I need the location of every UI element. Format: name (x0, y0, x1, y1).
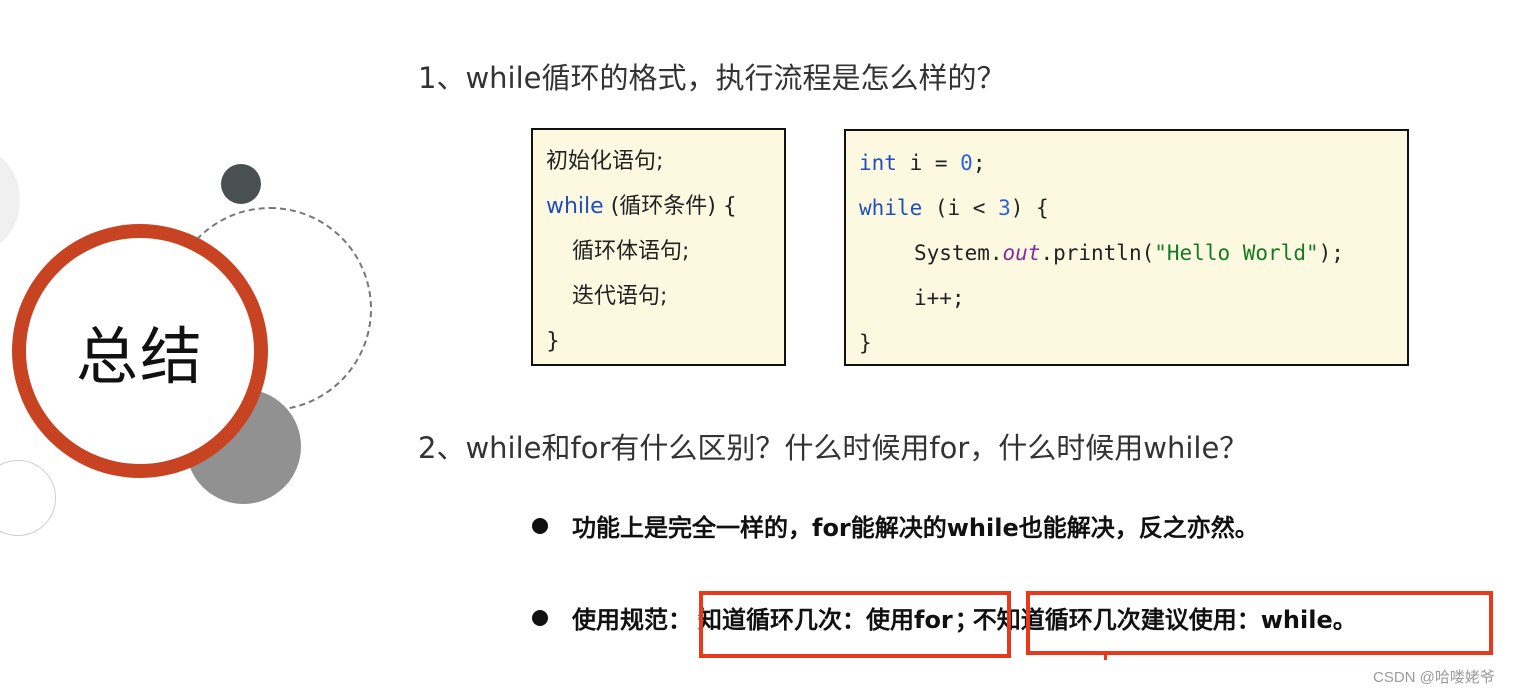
code-line: System.out.println("Hello World"); (859, 235, 1407, 280)
code-line: } (859, 331, 872, 355)
code-text: .println( (1040, 241, 1155, 265)
syntax-line: 初始化语句; (546, 149, 664, 174)
question-1-heading: 1、while循环的格式，执行流程是怎么样的？ (418, 61, 1006, 95)
code-text: i = (896, 151, 961, 175)
question-2-heading: 2、while和for有什么区别？什么时候用for，什么时候用while？ (418, 431, 1249, 465)
code-string: "Hello World" (1154, 241, 1319, 265)
bullet-dot-icon (532, 609, 548, 626)
code-keyword: while (859, 196, 923, 220)
summary-badge: 总结 (12, 224, 268, 478)
code-keyword: int (859, 151, 897, 175)
while-syntax-box: 初始化语句; while (循环条件) { 循环体语句; 迭代语句; } (531, 128, 786, 366)
syntax-line: } (546, 329, 560, 354)
bullet-prefix: 使用规范： (572, 606, 692, 634)
code-line: int i = 0; (859, 145, 1407, 190)
code-text: ; (972, 151, 986, 175)
syntax-keyword: while (546, 194, 604, 219)
highlight-tick (1104, 655, 1107, 660)
syntax-text: (循环条件) { (603, 194, 737, 219)
syntax-line: while (循环条件) { (546, 189, 784, 234)
highlight-box-while (1026, 591, 1493, 655)
code-text: (i < (922, 196, 999, 220)
code-line: while (i < 3) { (859, 190, 1407, 235)
bullet-item: 功能上是完全一样的，for能解决的while也能解决，反之亦然。 (532, 508, 1259, 543)
code-text: ); (1318, 241, 1344, 265)
decorative-circle-light (0, 150, 20, 250)
code-number: 0 (960, 151, 973, 175)
code-text: System. (914, 241, 1003, 265)
code-field: out (1002, 241, 1041, 265)
bullet-text: 功能上是完全一样的，for能解决的while也能解决，反之亦然。 (572, 514, 1259, 542)
code-text: ) { (1010, 196, 1049, 220)
code-number: 3 (998, 196, 1011, 220)
syntax-line: 循环体语句; (572, 239, 690, 264)
syntax-line: 迭代语句; (572, 284, 668, 309)
while-example-code-box: int i = 0; while (i < 3) { System.out.pr… (844, 129, 1409, 366)
code-line: i++; (914, 286, 965, 310)
decorative-circle-dark (221, 164, 261, 204)
bullet-dot-icon (532, 517, 548, 534)
highlight-box-for (699, 591, 1011, 658)
summary-title: 总结 (75, 320, 204, 393)
watermark: CSDN @哈喽姥爷 (1373, 669, 1495, 686)
decorative-circle-outline (0, 460, 56, 536)
